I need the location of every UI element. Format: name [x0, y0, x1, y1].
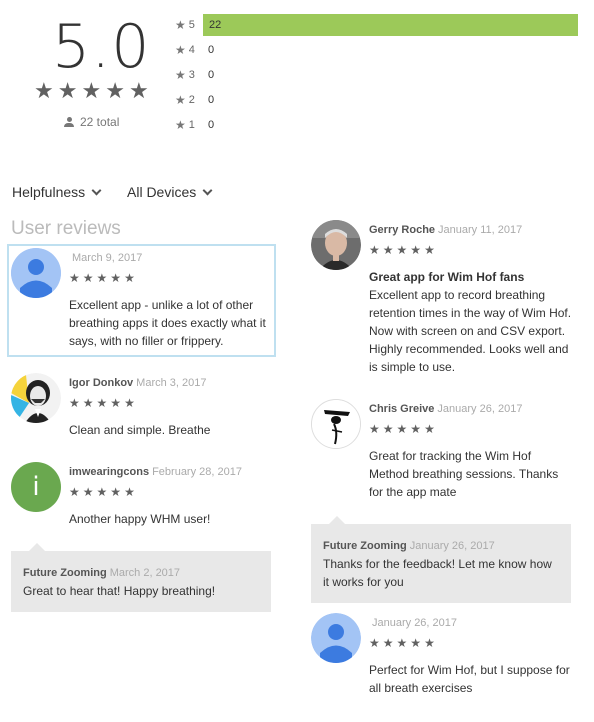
histogram-label: ★ 5	[175, 18, 203, 32]
star-icon: ★	[175, 93, 186, 107]
histogram-row: ★ 2 0	[175, 90, 214, 110]
review-header: Gerry Roche January 11, 2017	[369, 220, 574, 238]
reply-author: Future Zooming	[323, 540, 407, 552]
total-ratings-label: 22 total	[80, 115, 120, 129]
person-icon	[311, 613, 361, 663]
review-date: February 28, 2017	[152, 466, 242, 478]
avatar-letter: i	[32, 472, 40, 502]
avatar: i	[11, 462, 61, 512]
total-ratings: 22 total	[64, 115, 119, 129]
review-date: January 26, 2017	[372, 617, 458, 629]
histogram-label: ★ 2	[175, 93, 203, 107]
histogram-stars: 3	[188, 69, 195, 81]
person-icon	[11, 248, 61, 298]
histogram-stars: 1	[188, 119, 195, 131]
review-text: Great for tracking the Wim Hof Method br…	[369, 449, 559, 499]
histogram-stars: 2	[188, 94, 195, 106]
developer-reply: Future Zooming January 26, 2017 Thanks fo…	[311, 516, 571, 603]
histogram-count: 0	[208, 44, 215, 56]
reply-text: Great to hear that! Happy breathing!	[23, 584, 216, 598]
review-date: January 11, 2017	[438, 224, 523, 236]
review-text: Another happy WHM user!	[69, 512, 211, 526]
histogram-count: 22	[203, 14, 578, 36]
histogram-count: 0	[208, 119, 215, 131]
review-stars: ★ ★ ★ ★ ★	[69, 485, 135, 499]
avatar	[11, 373, 61, 423]
review-header: March 9, 2017	[69, 248, 274, 266]
developer-reply: Future Zooming March 2, 2017 Great to hea…	[11, 543, 271, 612]
review-stars: ★ ★ ★ ★ ★	[369, 422, 435, 436]
star-icon: ★	[128, 78, 149, 103]
review-stars: ★ ★ ★ ★ ★	[369, 243, 435, 257]
review-date: March 3, 2017	[136, 377, 207, 389]
review-title: Great app for Wim Hof fans	[369, 270, 525, 284]
avatar	[311, 220, 361, 270]
review-text: Excellent app - unlike a lot of other br…	[69, 298, 266, 348]
average-rating: 5.0	[52, 12, 151, 82]
histogram-row: ★ 5 22	[175, 14, 578, 36]
portrait-icon	[11, 373, 61, 423]
histogram-row: ★ 1 0	[175, 115, 214, 135]
review-body: Excellent app to record breathing retent…	[369, 288, 572, 374]
photo-icon	[311, 220, 361, 270]
chevron-down-icon	[91, 185, 102, 195]
review-stars: ★ ★ ★ ★ ★	[69, 396, 135, 410]
histogram-count: 0	[208, 94, 215, 106]
star-icon: ★	[175, 43, 186, 57]
reviewer-name: Gerry Roche	[369, 224, 436, 236]
reply-text: Thanks for the feedback! Let me know how…	[323, 557, 552, 589]
devices-dropdown[interactable]: All Devices	[127, 184, 213, 200]
review-stars: ★ ★ ★ ★ ★	[69, 271, 135, 285]
person-icon	[64, 117, 74, 127]
figure-icon	[312, 400, 360, 448]
reviewer-name: Igor Donkov	[69, 377, 134, 389]
review-header: Chris Greive January 26, 2017	[369, 399, 569, 417]
star-icon: ★	[175, 68, 186, 82]
avatar	[311, 399, 361, 449]
review-header: Igor Donkov March 3, 2017	[69, 373, 269, 391]
histogram-row: ★ 3 0	[175, 65, 214, 85]
reviewer-name: Chris Greive	[369, 403, 435, 415]
avatar	[11, 248, 61, 298]
review-header: January 26, 2017	[369, 613, 574, 631]
review-text: Perfect for Wim Hof, but I suppose for a…	[369, 663, 570, 695]
histogram-label: ★ 3	[175, 68, 203, 82]
review-date: January 26, 2017	[437, 403, 523, 415]
histogram-row: ★ 4 0	[175, 40, 214, 60]
star-icon: ★	[81, 78, 102, 103]
average-stars: ★ ★ ★ ★ ★	[34, 80, 149, 102]
star-icon: ★	[57, 78, 78, 103]
reply-author: Future Zooming	[23, 567, 107, 579]
reply-date: January 26, 2017	[409, 540, 495, 552]
devices-dropdown-label: All Devices	[127, 184, 197, 200]
reviewer-name: imwearingcons	[69, 466, 150, 478]
histogram-stars: 4	[188, 44, 195, 56]
star-icon: ★	[105, 78, 125, 103]
star-icon: ★	[175, 18, 186, 32]
histogram-label: ★ 4	[175, 43, 203, 57]
review-header: imwearingcons February 28, 2017	[69, 462, 269, 480]
review-date: March 9, 2017	[72, 252, 143, 264]
review-text: Great app for Wim Hof fans Excellent app…	[369, 268, 574, 376]
star-icon: ★	[34, 78, 54, 103]
section-title: User reviews	[11, 218, 121, 239]
reply-date: March 2, 2017	[109, 567, 181, 579]
histogram-count: 0	[208, 69, 215, 81]
review-text: Clean and simple. Breathe	[69, 423, 211, 437]
histogram-label: ★ 1	[175, 118, 203, 132]
chevron-down-icon	[202, 185, 213, 195]
histogram-stars: 5	[188, 19, 195, 31]
sort-dropdown[interactable]: Helpfulness	[12, 184, 102, 200]
review-stars: ★ ★ ★ ★ ★	[369, 636, 435, 650]
avatar	[311, 613, 361, 663]
sort-dropdown-label: Helpfulness	[12, 184, 86, 200]
star-icon: ★	[175, 118, 186, 132]
